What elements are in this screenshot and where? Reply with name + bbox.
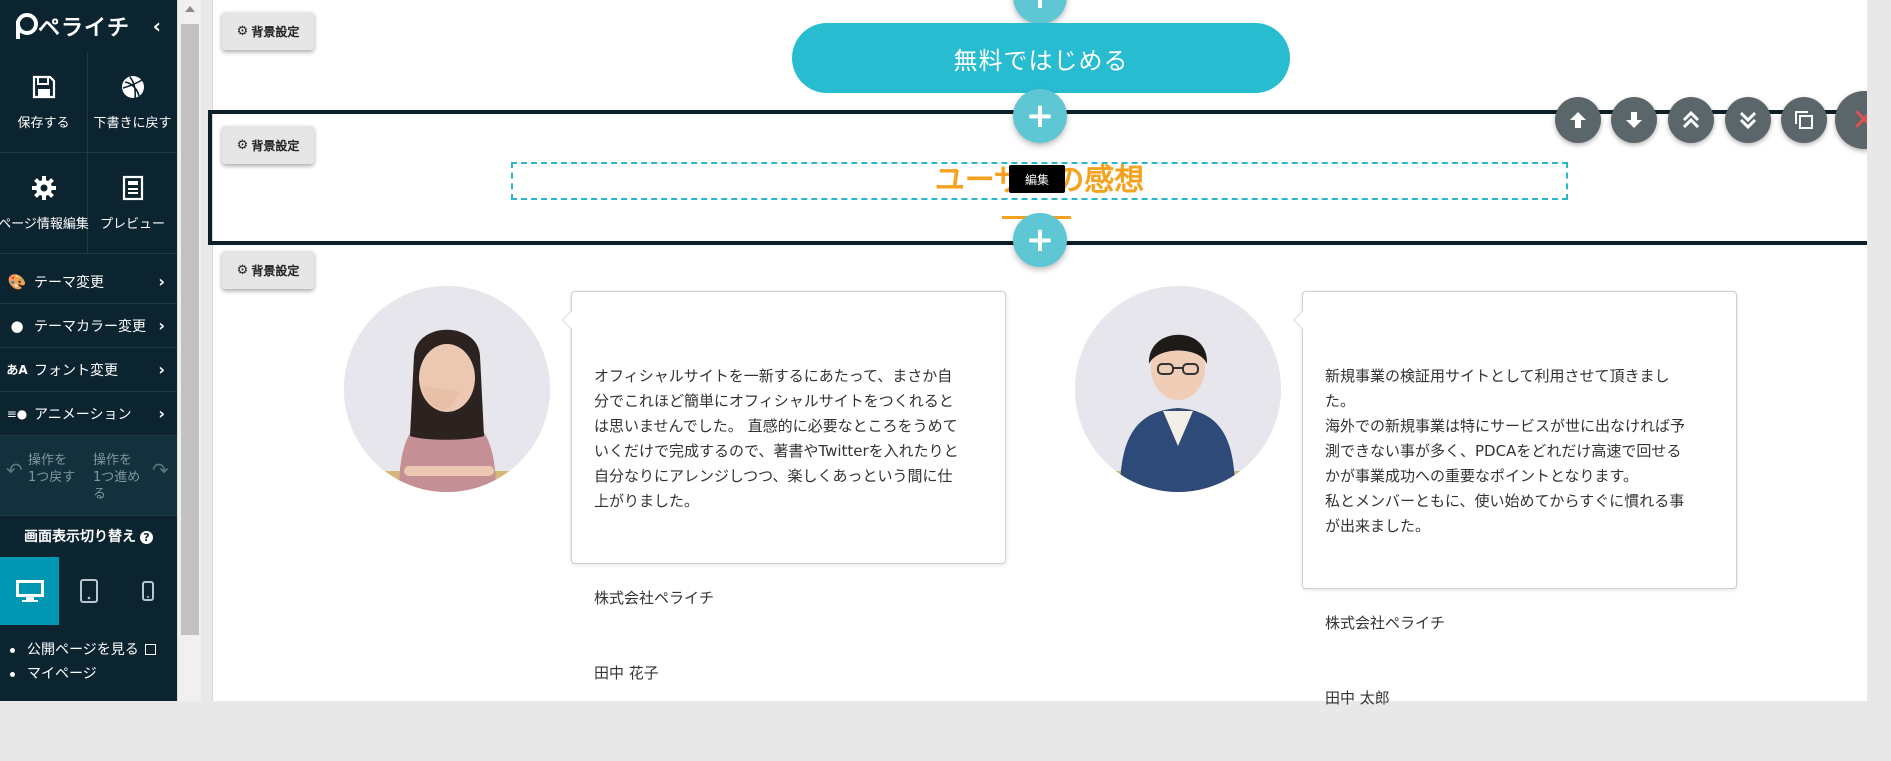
menu-animation-label: アニメーション [34, 406, 132, 423]
save-label: 保存する [17, 115, 70, 131]
edit-tooltip[interactable]: 編集 [1009, 165, 1065, 193]
page-canvas: + ⚙背景設定 無料ではじめる ユーザーの感想 編集 ⚙背景設定 + + ✕ ⚙… [208, 0, 1891, 707]
cta-button[interactable]: 無料ではじめる [792, 23, 1290, 93]
view-public-page-label: 公開ページを見る [27, 642, 139, 658]
scrollbar-thumb[interactable] [181, 24, 199, 635]
revert-draft-label: 下書きに戻す [93, 115, 172, 131]
testimonial-company: 株式会社ペライチ [1325, 614, 1446, 632]
right-gutter [1867, 0, 1891, 701]
testimonial-text: 新規事業の検証用サイトとして利用させて頂きまし た。 海外での新規事業は特にサー… [1325, 367, 1686, 535]
save-icon [32, 75, 55, 98]
chevron-left-icon[interactable]: ‹ [153, 14, 161, 38]
save-button[interactable]: 保存する [0, 52, 88, 153]
view-switch-title: 画面表示切り替え? [0, 526, 177, 546]
avatar [344, 286, 550, 492]
man-photo [1075, 286, 1281, 492]
double-chevron-up-icon [1682, 110, 1700, 129]
help-icon[interactable]: ? [140, 531, 153, 544]
my-page-link[interactable]: マイページ [10, 662, 156, 686]
testimonial-author: 田中 花子 [594, 664, 659, 682]
redo-button[interactable]: 操作を 1つ進め る [93, 452, 140, 503]
animation-icon: ≡● [6, 406, 28, 421]
preview-label: プレビュー [99, 216, 165, 232]
avatar [1075, 286, 1281, 492]
testimonial-text: オフィシャルサイトを一新するにあたって、まさか自 分でこれほど簡単にオフィシャル… [594, 367, 959, 510]
menu-theme-color-change[interactable]: ● テーマカラー変更 › [0, 304, 177, 348]
menu-theme-change[interactable]: 🎨 テーマ変更 › [0, 260, 177, 304]
desktop-icon [15, 580, 44, 602]
view-public-page-link[interactable]: 公開ページを見る [10, 638, 156, 662]
testimonial-card: 新規事業の検証用サイトとして利用させて頂きまし た。 海外での新規事業は特にサー… [1293, 291, 1737, 707]
editor-sidebar: ペライチ ‹ 保存する 下書きに戻す ページ情報編集 プレビュー 🎨 テーマ変更… [0, 0, 177, 701]
sidebar-links: 公開ページを見る マイページ [10, 638, 156, 686]
perauchi-logo-icon [14, 11, 38, 41]
gear-icon: ⚙ [236, 137, 249, 153]
undo-arrow-icon: ↶ [6, 458, 23, 482]
testimonial-company: 株式会社ペライチ [594, 589, 715, 607]
view-switch-label: 画面表示切り替え [24, 529, 136, 545]
chevron-right-icon: › [158, 360, 165, 379]
background-settings-button[interactable]: ⚙ 背景設定 [222, 126, 314, 164]
arrow-up-icon [1570, 112, 1586, 128]
page-info-edit-label: ページ情報編集 [0, 216, 89, 232]
sidebar-scrollbar[interactable] [177, 0, 201, 701]
external-link-icon [144, 644, 156, 655]
dribbble-icon [121, 75, 144, 98]
desktop-view-button[interactable] [0, 557, 59, 625]
background-settings-button[interactable]: ⚙ 背景設定 [222, 12, 314, 50]
undo-button[interactable]: 操作を 1つ戻す [28, 452, 75, 486]
brand-logo[interactable]: ペライチ ‹ [0, 0, 177, 52]
move-to-top-button[interactable] [1668, 97, 1714, 143]
chevron-right-icon: › [158, 316, 165, 335]
revert-draft-button[interactable]: 下書きに戻す [88, 52, 177, 153]
background-settings-label: 背景設定 [251, 263, 300, 278]
move-to-bottom-button[interactable] [1725, 97, 1771, 143]
tablet-icon [79, 579, 98, 603]
move-down-button[interactable] [1611, 97, 1657, 143]
double-chevron-down-icon [1739, 111, 1757, 130]
duplicate-button[interactable] [1781, 97, 1827, 143]
scroll-up-arrow-icon[interactable] [185, 6, 195, 12]
testimonial-card: オフィシャルサイトを一新するにあたって、まさか自 分でこれほど簡単にオフィシャル… [562, 291, 1006, 682]
add-block-button[interactable]: + [1013, 213, 1067, 267]
woman-photo [344, 286, 550, 492]
add-block-button[interactable]: + [1013, 89, 1067, 143]
tablet-view-button[interactable] [59, 557, 118, 625]
mobile-icon [141, 581, 154, 601]
background-settings-label: 背景設定 [251, 24, 300, 39]
font-icon: あA [6, 363, 28, 377]
brand-name: ペライチ [38, 16, 131, 41]
gear-icon: ⚙ [236, 262, 249, 278]
testimonial-author: 田中 太郎 [1325, 689, 1390, 707]
gear-icon [31, 175, 56, 200]
gear-icon: ⚙ [236, 23, 249, 39]
redo-arrow-icon: ↷ [152, 458, 169, 482]
menu-animation[interactable]: ≡● アニメーション › [0, 392, 177, 436]
preview-button[interactable]: プレビュー [88, 153, 177, 254]
copy-icon [1795, 111, 1813, 129]
chevron-right-icon: › [158, 272, 165, 291]
menu-font-change-label: フォント変更 [34, 362, 118, 379]
move-up-button[interactable] [1555, 97, 1601, 143]
history-controls: ↶ 操作を 1つ戻す 操作を 1つ進め る ↷ [0, 436, 177, 516]
palette-icon: 🎨 [7, 272, 27, 291]
my-page-label: マイページ [27, 666, 97, 682]
background-settings-label: 背景設定 [251, 138, 300, 153]
page-info-edit-button[interactable]: ページ情報編集 [0, 153, 89, 254]
mobile-view-button[interactable] [118, 557, 177, 625]
arrow-down-icon [1626, 112, 1642, 128]
preview-icon [122, 175, 143, 200]
menu-font-change[interactable]: あA フォント変更 › [0, 348, 177, 392]
background-settings-button[interactable]: ⚙ 背景設定 [222, 251, 314, 289]
chevron-right-icon: › [158, 404, 165, 423]
menu-theme-color-label: テーマカラー変更 [34, 318, 146, 335]
color-palette-icon: ● [10, 316, 24, 335]
menu-theme-change-label: テーマ変更 [34, 274, 104, 291]
add-block-button[interactable]: + [1013, 0, 1067, 24]
